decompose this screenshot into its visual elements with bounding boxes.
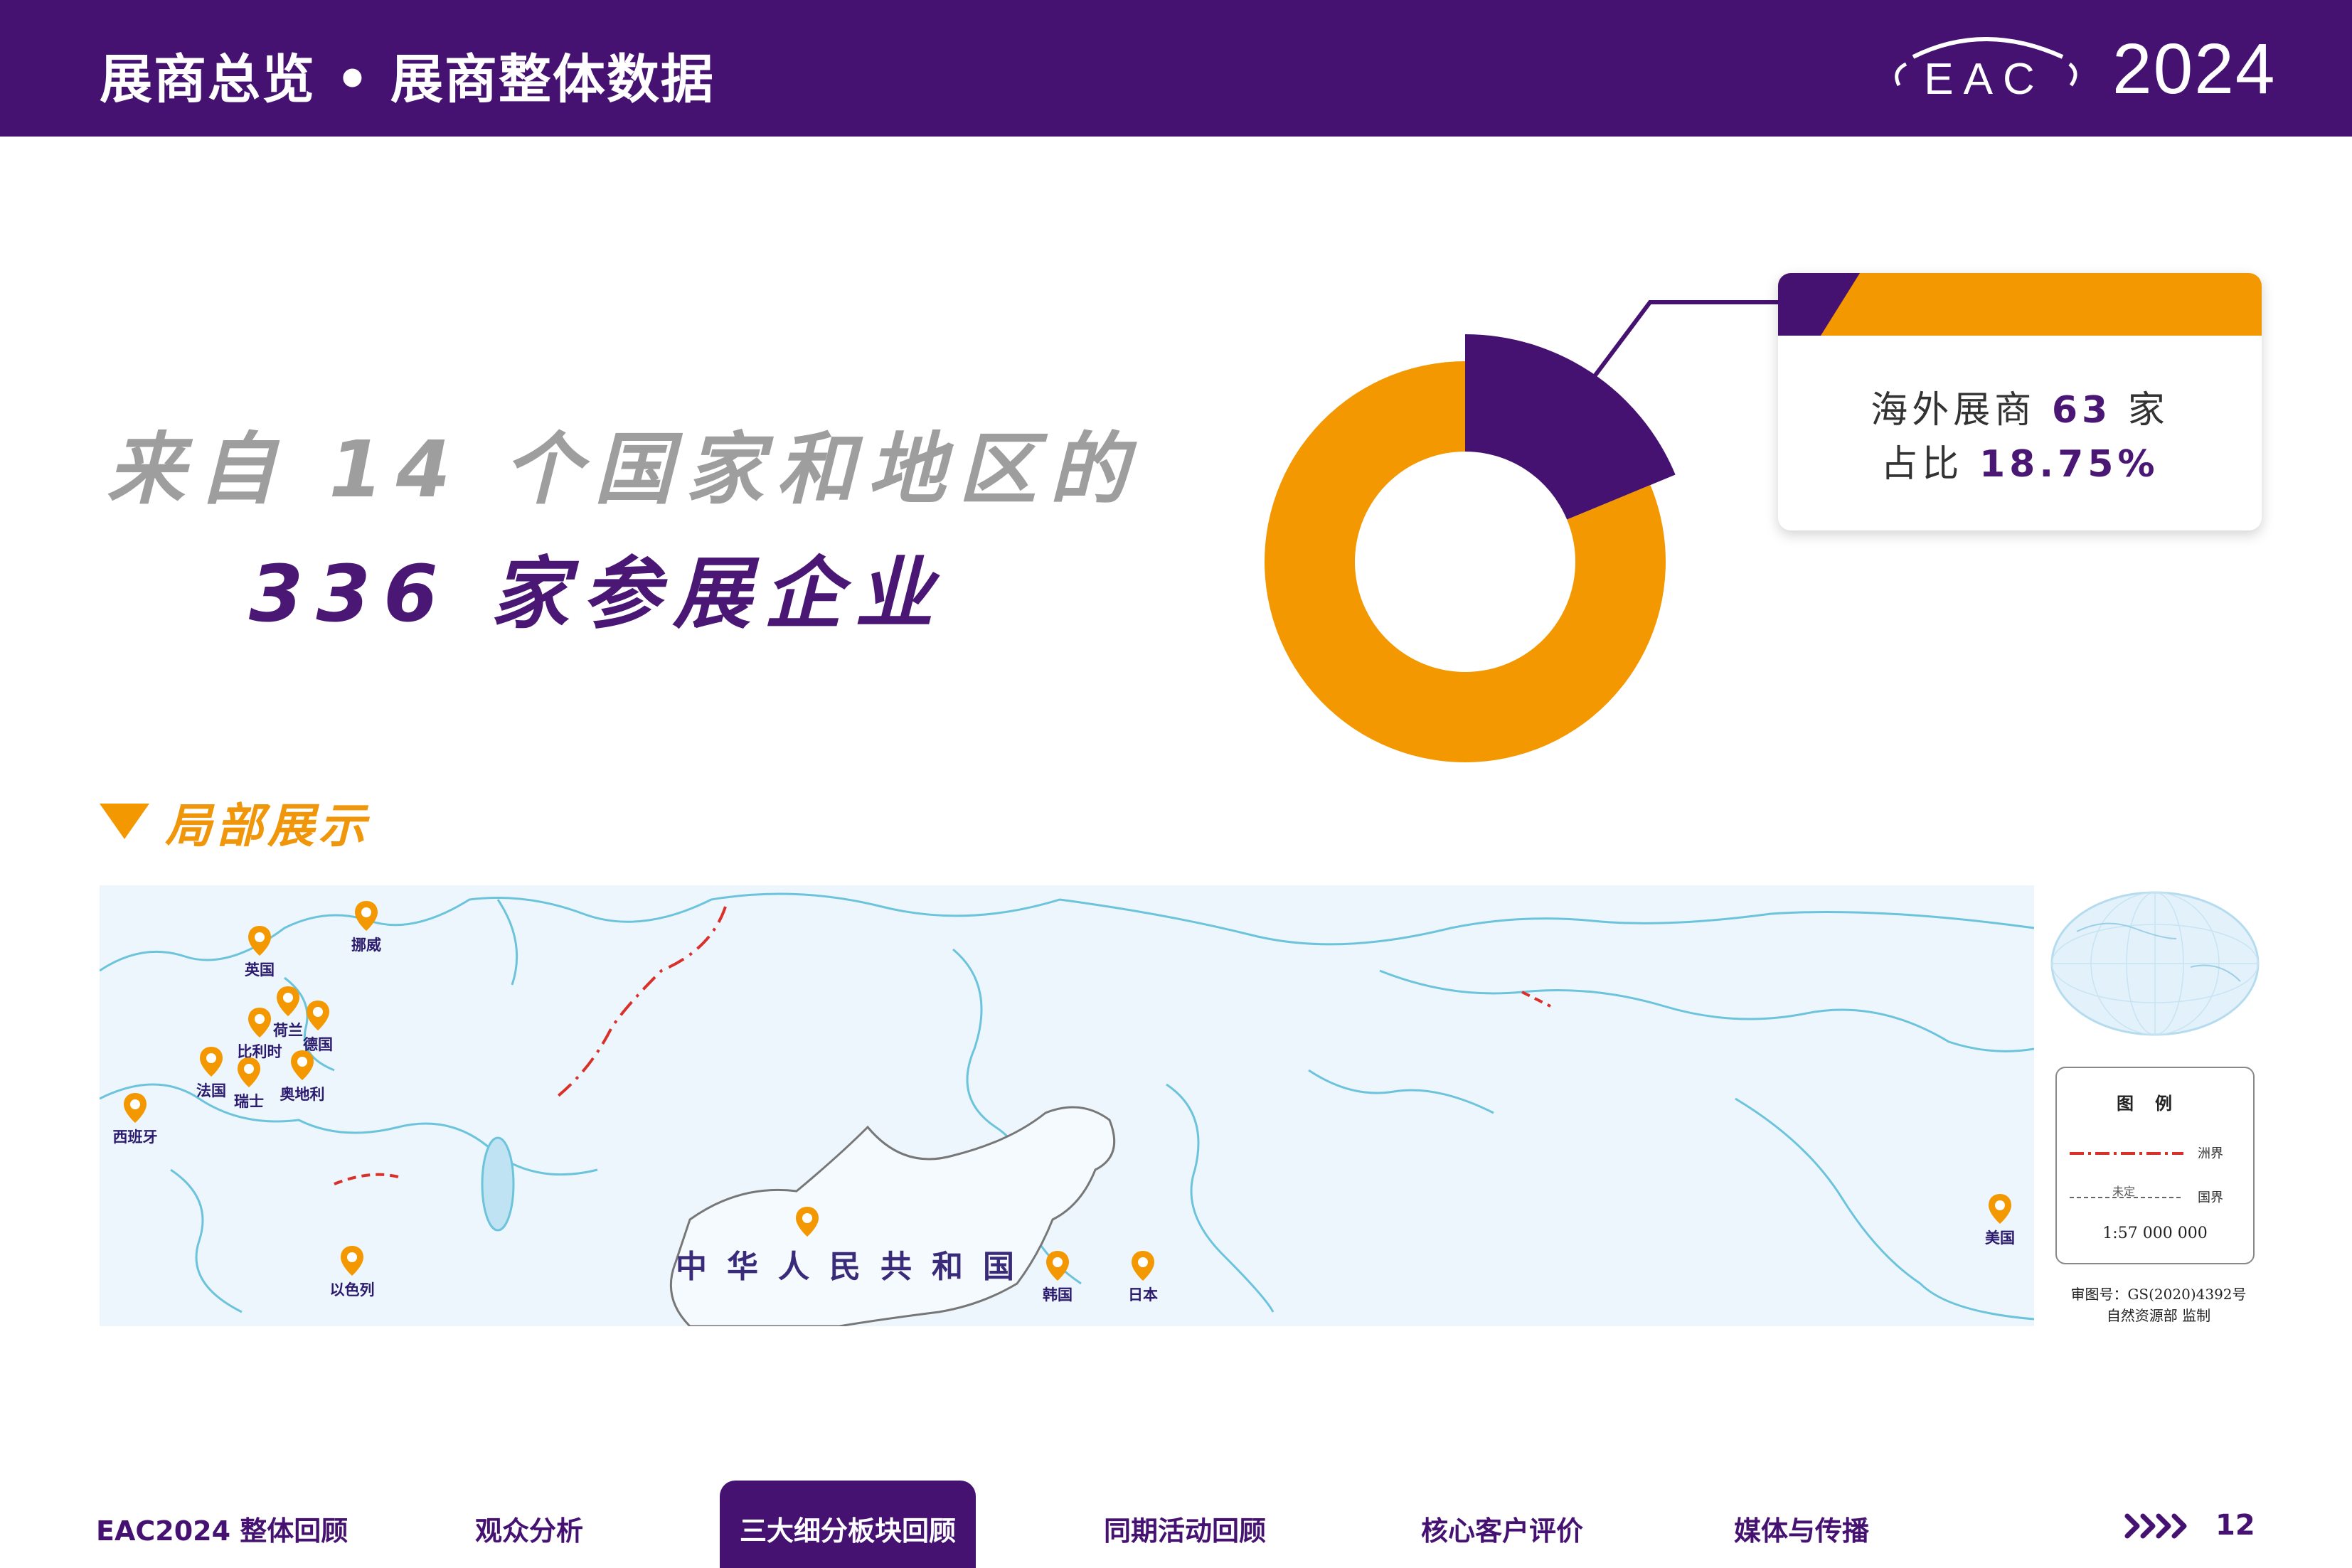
page-number: 12 [2215, 1509, 2255, 1542]
location-pin-icon [238, 1057, 260, 1087]
legend-title: 图例 [2117, 1094, 2193, 1114]
location-pin-icon [1989, 1194, 2011, 1224]
pin-label: 奥地利 [280, 1086, 325, 1103]
globe-inset-icon [2050, 891, 2260, 1036]
page-title: 展商总览 • 展商整体数据 [100, 49, 715, 110]
map-scale: 1:57 000 000 [2102, 1225, 2208, 1242]
location-pin-icon [291, 1050, 314, 1080]
pin-label: 挪威 [351, 937, 381, 954]
map-pin-spain: 西班牙 [100, 1092, 174, 1147]
nav-item-customer-reviews[interactable]: 核心客户评价 [1421, 1509, 1583, 1548]
china-label: 中华人民共和国 [676, 1249, 1034, 1285]
callout-color-bar [1778, 273, 2262, 336]
pin-label: 日本 [1128, 1286, 1158, 1303]
section-title: 局部展示 [165, 799, 370, 853]
location-pin-icon [355, 901, 378, 931]
location-pin-icon [1132, 1251, 1154, 1281]
continent-line-icon [2070, 1152, 2183, 1155]
callout-leader-line [1586, 300, 1792, 389]
map-pin-norway: 挪威 [327, 900, 405, 955]
map-issuer: 自然资源部 监制 [2106, 1307, 2211, 1324]
nav-item-audience-analysis[interactable]: 观众分析 [475, 1509, 583, 1548]
legend-row-national: 未定 国界 [2070, 1183, 2247, 1212]
pin-label: 英国 [245, 961, 275, 978]
map-legend: 图例 洲界 未定 国界 1:57 000 000 [2055, 1067, 2255, 1264]
location-pin-icon [248, 926, 271, 956]
location-pin-icon [124, 1093, 147, 1123]
nav-item-media[interactable]: 媒体与传播 [1734, 1509, 1869, 1548]
partial-world-map: 中华人民共和国 挪威 英国 荷兰 德国 比利时 法国 瑞士 奥地利 西班牙 以色… [100, 885, 2034, 1326]
footer-nav: EAC2024 整体回顾 观众分析 三大细分板块回顾 同期活动回顾 核心客户评价… [0, 1481, 2352, 1568]
national-line-icon [2070, 1197, 2183, 1198]
overseas-exhibitor-callout: 海外展商 63 家 占比 18.75% [1778, 273, 2262, 530]
nav-item-eac2024-review[interactable]: EAC2024 整体回顾 [96, 1509, 348, 1548]
headline-line-1: 来自 14 个国家和地区的 [107, 424, 1141, 515]
legend-label: 洲界 [2198, 1146, 2223, 1161]
map-pin-uk: 英国 [220, 924, 299, 980]
nav-item-concurrent-events[interactable]: 同期活动回顾 [1104, 1509, 1266, 1548]
pin-label: 韩国 [1043, 1286, 1073, 1303]
legend-label: 国界 [2198, 1190, 2223, 1205]
logo-text: EAC [1924, 55, 2044, 104]
location-pin-icon [307, 1001, 329, 1030]
location-pin-icon [796, 1207, 819, 1237]
header-year: 2024 [2112, 29, 2277, 109]
map-pin-austria: 奥地利 [263, 1049, 341, 1104]
chevrons-right-icon[interactable] [2123, 1512, 2194, 1540]
headline-line-2: 336 家参展企业 [249, 548, 946, 639]
pin-label: 以色列 [329, 1281, 375, 1298]
eac-logo: EAC [1895, 37, 2077, 104]
location-pin-icon [341, 1246, 363, 1276]
map-pin-japan: 日本 [1104, 1249, 1182, 1305]
overseas-count-line: 海外展商 63 家 [1871, 389, 2169, 432]
location-pin-icon [248, 1008, 271, 1038]
map-pin-usa: 美国 [1961, 1193, 2034, 1248]
pin-label: 西班牙 [112, 1129, 158, 1146]
location-pin-icon [1046, 1251, 1069, 1281]
map-pin-israel: 以色列 [313, 1244, 391, 1300]
triangle-down-icon [100, 804, 149, 839]
pin-label: 美国 [1985, 1230, 2015, 1247]
overseas-share-line: 占比 18.75% [1880, 443, 2159, 486]
map-pin-china [768, 1205, 846, 1238]
header-bar: 展商总览 • 展商整体数据 EAC 2024 [0, 0, 2352, 137]
map-approval-number: 审图号：GS(2020)4392号 [2070, 1286, 2247, 1303]
map-pin-korea: 韩国 [1018, 1249, 1097, 1305]
legend-row-continent: 洲界 [2070, 1139, 2247, 1168]
nav-item-three-segments[interactable]: 三大细分板块回顾 [720, 1481, 977, 1568]
